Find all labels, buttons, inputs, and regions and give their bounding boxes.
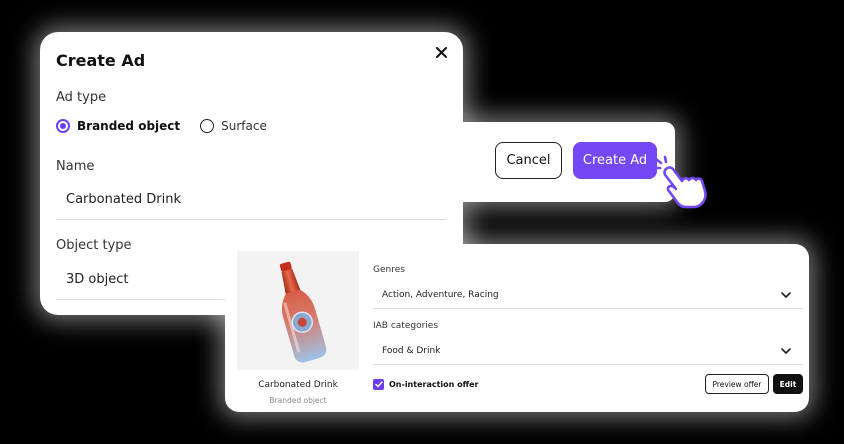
ad-type-radio-group: Branded object Surface — [56, 119, 287, 133]
checkmark-icon — [374, 381, 383, 388]
on-interaction-offer-checkbox[interactable] — [373, 379, 384, 390]
preview-offer-button[interactable]: Preview offer — [705, 374, 769, 394]
iab-categories-select[interactable]: Food & Drink — [373, 337, 803, 365]
ad-card-name: Carbonated Drink — [258, 380, 338, 390]
chevron-down-icon — [781, 347, 791, 354]
iab-categories-label: IAB categories — [373, 321, 439, 331]
radio-label: Surface — [221, 119, 267, 133]
ad-type-label: Ad type — [56, 90, 107, 105]
radio-branded-object[interactable]: Branded object — [56, 119, 180, 133]
edit-button[interactable]: Edit — [773, 374, 803, 394]
name-label: Name — [56, 159, 95, 174]
radio-selected-indicator — [56, 119, 70, 133]
close-button[interactable] — [431, 42, 451, 62]
dialog-action-bar: Cancel Create Ad — [462, 122, 675, 202]
chevron-down-icon — [781, 291, 791, 298]
hand-pointer-icon — [652, 155, 707, 209]
radio-unselected-indicator — [200, 119, 215, 133]
genres-label: Genres — [373, 265, 405, 275]
create-ad-button[interactable]: Create Ad — [573, 142, 657, 179]
on-interaction-offer-row: On-interaction offer — [373, 379, 478, 390]
object-type-label: Object type — [56, 238, 132, 253]
name-field[interactable]: Carbonated Drink — [56, 180, 446, 220]
genres-select[interactable]: Action, Adventure, Racing — [373, 281, 803, 309]
ad-card: Carbonated Drink Branded object Genres A… — [225, 244, 809, 412]
close-icon — [435, 46, 447, 58]
ad-thumbnail — [237, 251, 359, 370]
ad-card-subtitle: Branded object — [269, 396, 327, 405]
radio-label: Branded object — [77, 119, 181, 133]
cancel-button[interactable]: Cancel — [495, 142, 562, 179]
radio-surface[interactable]: Surface — [200, 119, 267, 133]
dialog-title: Create Ad — [56, 51, 146, 70]
iab-categories-value: Food & Drink — [382, 345, 441, 356]
on-interaction-offer-label: On-interaction offer — [389, 380, 479, 389]
bottle-icon — [279, 261, 327, 362]
genres-value: Action, Adventure, Racing — [382, 289, 499, 300]
